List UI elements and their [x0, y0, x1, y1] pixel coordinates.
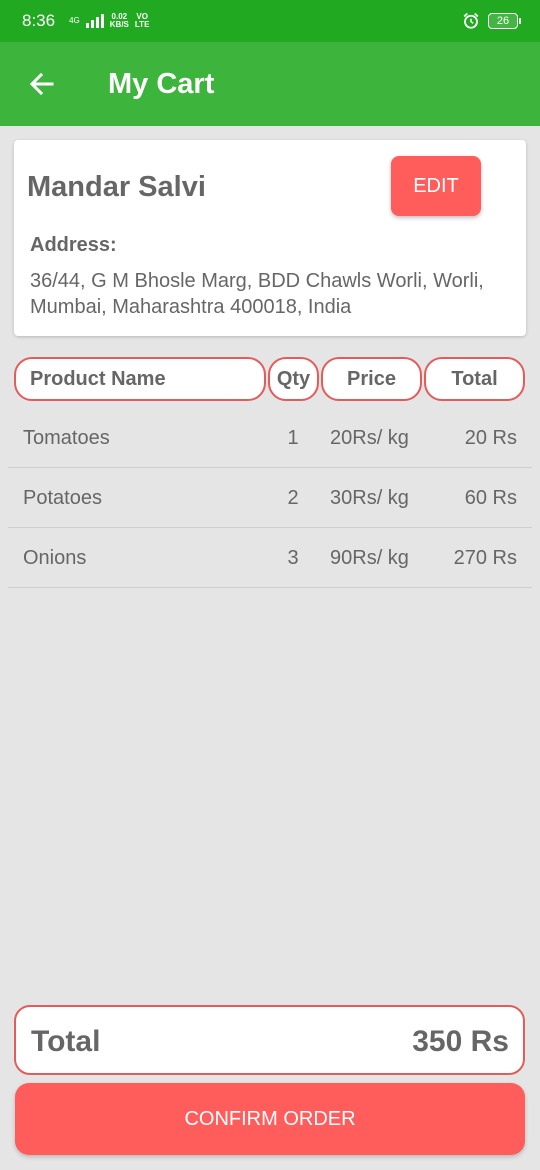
confirm-order-button[interactable]: CONFIRM ORDER	[15, 1083, 525, 1155]
customer-name: Mandar Salvi	[27, 171, 206, 203]
cell-price: 20Rs/ kg	[330, 427, 409, 449]
cell-total: 270 Rs	[453, 547, 517, 569]
total-value: 350 Rs	[412, 1025, 509, 1058]
header-total: Total	[424, 357, 525, 401]
cell-total: 20 Rs	[464, 427, 517, 449]
network-type: 4G	[69, 16, 80, 25]
cell-price: 30Rs/ kg	[330, 487, 409, 509]
header-price: Price	[321, 357, 422, 401]
app-bar: My Cart	[0, 42, 540, 126]
arrow-left-icon[interactable]	[28, 70, 56, 98]
network-speed: 0.02 KB/S	[109, 12, 129, 29]
status-time: 8:36	[22, 11, 56, 30]
status-bar: 8:36 4G 0.02 KB/S VO LTE 26	[0, 0, 540, 42]
cell-qty: 2	[287, 487, 299, 509]
cell-total: 60 Rs	[464, 487, 517, 509]
cell-price: 90Rs/ kg	[330, 547, 409, 569]
order-total-box: Total 350 Rs	[14, 1005, 525, 1075]
cell-qty: 1	[287, 427, 299, 449]
edit-button[interactable]: EDIT	[391, 156, 481, 216]
address-label: Address:	[30, 234, 117, 256]
alarm-icon	[463, 12, 479, 29]
battery-icon: 26	[488, 13, 521, 29]
battery-level: 26	[496, 15, 510, 27]
cart-row: Onions 3 90Rs/ kg 270 Rs	[8, 528, 532, 588]
cell-product-name: Onions	[23, 547, 87, 569]
cart-row: Potatoes 2 30Rs/ kg 60 Rs	[8, 468, 532, 528]
cell-qty: 3	[287, 547, 299, 569]
signal-strength-icon	[85, 14, 104, 28]
cell-product-name: Tomatoes	[23, 427, 110, 449]
cell-product-name: Potatoes	[23, 487, 102, 509]
page-title: My Cart	[108, 68, 215, 100]
network-status: 4G 0.02 KB/S VO LTE	[69, 13, 149, 29]
header-product-name: Product Name	[14, 357, 266, 401]
volte-indicator: VO LTE	[134, 12, 150, 29]
address-text: 36/44, G M Bhosle Marg, BDD Chawls Worli…	[30, 270, 484, 318]
cart-row: Tomatoes 1 20Rs/ kg 20 Rs	[8, 408, 532, 468]
header-qty: Qty	[268, 357, 319, 401]
status-right: 26	[462, 0, 521, 42]
address-card: Mandar Salvi EDIT Address: 36/44, G M Bh…	[14, 140, 526, 336]
total-label: Total	[31, 1025, 101, 1058]
